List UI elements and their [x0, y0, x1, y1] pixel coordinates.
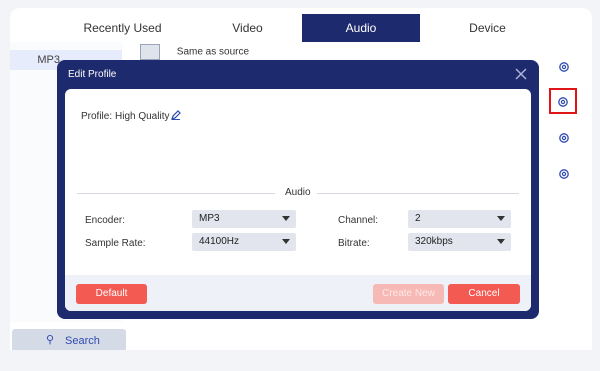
tab-video[interactable]: Video — [190, 14, 305, 42]
create-new-button[interactable]: Create New — [373, 284, 444, 304]
section-divider — [77, 193, 275, 194]
chevron-down-icon — [497, 239, 505, 244]
bitrate-value: 320kbps — [415, 236, 453, 247]
tab-device[interactable]: Device — [430, 14, 545, 42]
close-icon[interactable] — [513, 66, 529, 82]
profile-value: High Quality — [115, 111, 170, 122]
highlight-box — [549, 88, 577, 114]
bitrate-select[interactable]: 320kbps — [408, 233, 511, 251]
search-button[interactable]: ⚲ Search — [12, 329, 126, 352]
gear-icon[interactable] — [557, 167, 571, 181]
tab-recently-used[interactable]: Recently Used — [65, 14, 180, 42]
default-button[interactable]: Default — [76, 284, 147, 304]
section-divider — [317, 193, 519, 194]
cancel-button[interactable]: Cancel — [448, 284, 520, 304]
gear-icon[interactable] — [557, 131, 571, 145]
channel-label: Channel: — [338, 215, 379, 226]
chevron-down-icon — [282, 216, 290, 221]
chevron-down-icon — [282, 239, 290, 244]
tab-audio[interactable]: Audio — [302, 14, 420, 42]
encoder-label: Encoder: — [85, 215, 126, 226]
chevron-down-icon — [497, 216, 505, 221]
format-tabs: Recently Used Video Audio Device — [10, 14, 592, 42]
channel-select[interactable]: 2 — [408, 210, 511, 228]
dialog-body: Profile: High Quality Audio Encoder: MP3… — [65, 89, 531, 311]
bottom-toolbar — [0, 350, 600, 371]
profile-label: Profile: — [81, 111, 113, 122]
edit-profile-dialog: Edit Profile Profile: High Quality Audio… — [57, 60, 539, 319]
encoder-value: MP3 — [199, 213, 220, 224]
sample-rate-select[interactable]: 44100Hz — [192, 233, 296, 251]
channel-value: 2 — [415, 213, 421, 224]
section-title: Audio — [285, 187, 311, 198]
preset-thumbnail-icon — [140, 44, 160, 60]
sample-rate-label: Sample Rate: — [85, 238, 146, 249]
dialog-title: Edit Profile — [68, 69, 117, 80]
dialog-footer: Default Create New Cancel — [65, 275, 531, 311]
bitrate-label: Bitrate: — [338, 238, 370, 249]
search-icon: ⚲ — [46, 334, 55, 346]
preset-label: Same as source — [176, 46, 250, 58]
sample-rate-value: 44100Hz — [199, 236, 240, 247]
search-label: Search — [65, 335, 100, 347]
preset-row[interactable]: Same as source — [140, 44, 249, 60]
encoder-select[interactable]: MP3 — [192, 210, 296, 228]
gear-icon[interactable] — [557, 60, 571, 74]
edit-icon[interactable] — [171, 110, 181, 120]
